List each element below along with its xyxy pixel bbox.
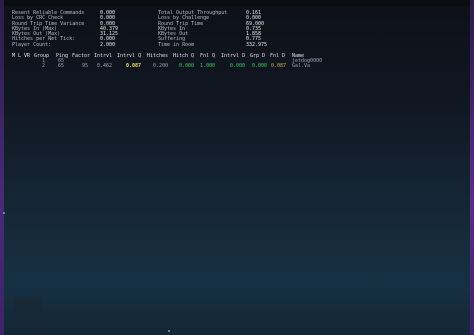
cell-ping: 65 [58,63,65,69]
cell-intrvl: 0.462 [97,63,113,69]
cell-intrvl-q: 0.087 [126,63,142,69]
stat-label: Time in Room [158,41,195,48]
cell-fnl-d: 0.087 [271,63,287,69]
cell-grp-d: 0.000 [252,63,268,69]
window-edge-left [0,0,4,335]
network-stats-panel: Resent Reliable Commands 0.000 Total Out… [12,10,472,48]
edge-marker [168,330,170,332]
cell-fnl-q: 1.000 [200,63,216,69]
stats-row: Player Count: 2.000 Time in Room 332.975 [12,41,472,48]
cell-hitch-q: 0.000 [179,63,195,69]
col-header-hitch-q: Hitch Q [173,53,195,59]
edge-marker [3,212,5,214]
cell-group: 2 [42,63,46,69]
cell-hitches: 0.200 [153,63,169,69]
cell-factor: 95 [82,63,89,69]
col-header-fnl-q: Fnl Q [200,53,216,59]
top-bar [0,0,474,6]
col-header-hitches: Hitches [147,53,169,59]
col-header-grp-d: Grp D [250,53,266,59]
col-header-factor: Factor [72,53,91,59]
col-header-fnl-d: Fnl D [270,53,286,59]
col-header-l: L [18,53,22,59]
window-edge-right [470,0,474,335]
cell-name: Gal.Va [292,63,311,69]
col-header-vr: VR [24,53,31,59]
stat-value: 332.975 [246,41,268,48]
col-header-m: M [12,53,16,59]
col-header-intrvl: Intrvl [94,53,113,59]
stat-value: 2.000 [100,41,116,48]
col-header-intrvl-q: Intrvl Q [117,53,142,59]
stat-label: Player Count: [12,41,52,48]
corner-thumbnail [14,296,42,324]
col-header-intrvl-d: Intrvl D [221,53,246,59]
cell-intrvl-d: 0.000 [230,63,246,69]
